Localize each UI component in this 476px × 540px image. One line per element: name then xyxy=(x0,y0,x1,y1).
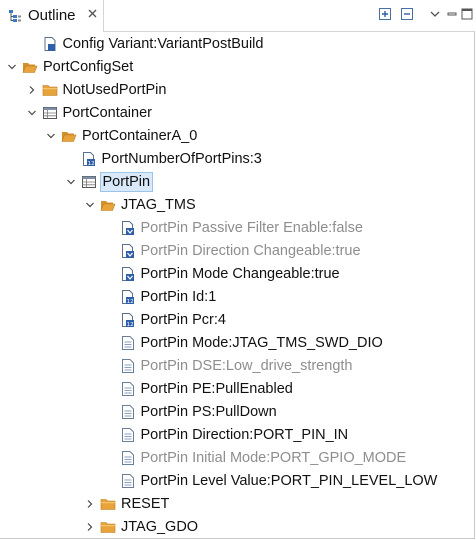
tree-row[interactable]: PortPin Direction Changeable:true xyxy=(0,240,475,263)
chevron-right-icon[interactable] xyxy=(85,499,95,509)
tree-row[interactable]: PortPin PS:PullDown xyxy=(0,401,475,424)
chevron-right-icon[interactable] xyxy=(27,85,37,95)
outline-view: Outline Config Variant:VariantPostBuild P… xyxy=(0,0,475,539)
tree-item-label: PortPin Mode Changeable:true xyxy=(140,266,340,282)
boolean-param-icon xyxy=(121,244,134,258)
chevron-down-icon[interactable] xyxy=(66,177,76,187)
tree-item-label: RESET xyxy=(121,496,170,512)
chevron-down-icon[interactable] xyxy=(46,131,56,141)
tree-item-label: PortPin PE:PullEnabled xyxy=(140,381,293,397)
svg-text:12: 12 xyxy=(126,299,133,305)
title-divider xyxy=(104,31,475,32)
tree-item-label: PortPin PS:PullDown xyxy=(140,404,277,420)
tree-item-label: PortPin DSE:Low_drive_strength xyxy=(140,358,353,374)
tree-row[interactable]: PortPin xyxy=(0,171,475,194)
folder-open-icon xyxy=(61,132,77,142)
parameter-icon xyxy=(44,37,55,51)
tree-item-label: PortContainerA_0 xyxy=(82,128,198,144)
tree-row[interactable]: PortPin Passive Filter Enable:false xyxy=(0,217,475,240)
integer-param-icon: 12 xyxy=(121,290,134,305)
table-icon xyxy=(42,107,57,119)
tree-item-label: Config Variant:VariantPostBuild xyxy=(62,36,264,52)
tree-row[interactable]: PortPin Initial Mode:PORT_GPIO_MODE xyxy=(0,447,475,470)
table-icon xyxy=(81,176,96,188)
tree-item-label: PortPin Direction:PORT_PIN_IN xyxy=(140,427,349,443)
enum-param-icon xyxy=(121,451,134,465)
folder-open-icon xyxy=(100,201,116,211)
tree-row[interactable]: PortContainerA_0 xyxy=(0,125,475,148)
chevron-down-icon[interactable] xyxy=(85,200,95,210)
enum-param-icon xyxy=(121,336,134,350)
tree-item-label: PortContainer xyxy=(62,105,152,121)
chevron-right-icon[interactable] xyxy=(85,522,95,532)
expand-all-icon[interactable] xyxy=(378,7,392,21)
tree-row[interactable]: PortPin Level Value:PORT_PIN_LEVEL_LOW xyxy=(0,470,475,493)
tree-row[interactable]: PortContainer xyxy=(0,102,475,125)
close-icon[interactable] xyxy=(87,8,98,19)
tree-item-label: PortPin Pcr:4 xyxy=(140,312,226,328)
tree-item-label: PortPin Mode:JTAG_TMS_SWD_DIO xyxy=(140,335,383,351)
tree-row[interactable]: JTAG_GDO xyxy=(0,516,475,539)
tree-row[interactable]: 12 PortNumberOfPortPins:3 xyxy=(0,148,475,171)
maximize-icon[interactable] xyxy=(460,7,474,21)
enum-param-icon xyxy=(121,405,134,419)
tree-item-label: PortPin Initial Mode:PORT_GPIO_MODE xyxy=(140,450,407,466)
folder-closed-icon xyxy=(100,499,116,510)
tree-item-label: PortPin Level Value:PORT_PIN_LEVEL_LOW xyxy=(140,473,438,489)
tree-row[interactable]: PortPin PE:PullEnabled xyxy=(0,378,475,401)
outline-icon xyxy=(9,10,21,22)
tree-row[interactable]: PortPin DSE:Low_drive_strength xyxy=(0,355,475,378)
chevron-down-icon[interactable] xyxy=(27,108,37,118)
view-menu-icon[interactable] xyxy=(428,7,442,21)
tree-row[interactable]: JTAG_TMS xyxy=(0,194,475,217)
integer-param-icon: 12 xyxy=(121,313,134,328)
tree-row[interactable]: NotUsedPortPin xyxy=(0,79,475,102)
tree-item-label: PortPin Direction Changeable:true xyxy=(140,243,361,259)
tree-row[interactable]: RESET xyxy=(0,493,475,516)
tree-item-label: NotUsedPortPin xyxy=(62,82,167,98)
tree-item-label: JTAG_GDO xyxy=(121,519,199,535)
enum-param-icon xyxy=(121,474,134,488)
tree-row[interactable]: 12 PortPin Id:1 xyxy=(0,286,475,309)
folder-closed-icon xyxy=(42,85,57,96)
tree-item-label: JTAG_TMS xyxy=(121,197,196,213)
svg-text:12: 12 xyxy=(87,161,94,167)
enum-param-icon xyxy=(121,359,134,373)
tree-item-label: PortPin Id:1 xyxy=(140,289,217,305)
tree-item-label: PortPin Passive Filter Enable:false xyxy=(140,220,363,236)
tree-row[interactable]: Config Variant:VariantPostBuild xyxy=(0,33,475,56)
view-title: Outline xyxy=(28,7,76,24)
integer-param-icon: 12 xyxy=(82,152,95,167)
view-title-bar: Outline xyxy=(0,0,475,32)
tree-item-label: PortPin xyxy=(99,172,154,192)
enum-param-icon xyxy=(121,382,134,396)
tree-row[interactable]: PortPin Direction:PORT_PIN_IN xyxy=(0,424,475,447)
tree-row[interactable]: PortPin Mode Changeable:true xyxy=(0,263,475,286)
outline-tab[interactable]: Outline xyxy=(0,0,104,32)
enum-param-icon xyxy=(121,428,134,442)
collapse-all-icon[interactable] xyxy=(400,7,414,21)
boolean-param-icon xyxy=(121,221,134,235)
tree-row[interactable]: PortPin Mode:JTAG_TMS_SWD_DIO xyxy=(0,332,475,355)
tree-item-label: PortConfigSet xyxy=(43,59,134,75)
folder-open-icon xyxy=(22,63,38,73)
svg-text:12: 12 xyxy=(126,322,133,328)
minimize-icon[interactable] xyxy=(445,7,459,21)
boolean-param-icon xyxy=(121,267,134,281)
folder-closed-icon xyxy=(100,522,116,533)
tree-row[interactable]: 12 PortPin Pcr:4 xyxy=(0,309,475,332)
tree-item-label: PortNumberOfPortPins:3 xyxy=(101,151,262,167)
chevron-down-icon[interactable] xyxy=(7,62,17,72)
tree-row[interactable]: PortConfigSet xyxy=(0,56,475,79)
